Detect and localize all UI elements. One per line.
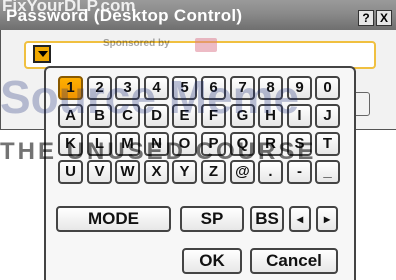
ok-button[interactable]: OK — [182, 248, 242, 274]
mode-button[interactable]: MODE — [56, 206, 171, 232]
key-t[interactable]: T — [315, 132, 340, 156]
key-x[interactable]: X — [144, 160, 169, 184]
cursor-left-button[interactable]: ◂ — [289, 206, 311, 232]
key-6[interactable]: 6 — [201, 76, 226, 100]
key-v[interactable]: V — [87, 160, 112, 184]
key-3[interactable]: 3 — [115, 76, 140, 100]
key-0[interactable]: 0 — [315, 76, 340, 100]
key-i[interactable]: I — [287, 104, 312, 128]
key-b[interactable]: B — [87, 104, 112, 128]
key-s[interactable]: S — [287, 132, 312, 156]
key-underscore[interactable]: _ — [315, 160, 340, 184]
chevron-down-icon — [38, 51, 48, 57]
key-c[interactable]: C — [115, 104, 140, 128]
key-z[interactable]: Z — [201, 160, 226, 184]
key-n[interactable]: N — [144, 132, 169, 156]
key-1[interactable]: 1 — [58, 76, 83, 100]
key-f[interactable]: F — [201, 104, 226, 128]
key-2[interactable]: 2 — [87, 76, 112, 100]
key-q[interactable]: Q — [230, 132, 255, 156]
dropdown-button[interactable] — [33, 45, 51, 63]
close-button[interactable]: X — [376, 10, 392, 26]
key-g[interactable]: G — [230, 104, 255, 128]
key-a[interactable]: A — [58, 104, 83, 128]
key-8[interactable]: 8 — [258, 76, 283, 100]
key-u[interactable]: U — [58, 160, 83, 184]
watermark-logo — [195, 38, 217, 52]
key-dash[interactable]: - — [287, 160, 312, 184]
key-9[interactable]: 9 — [287, 76, 312, 100]
cursor-right-button[interactable]: ▸ — [316, 206, 338, 232]
key-m[interactable]: M — [115, 132, 140, 156]
help-button[interactable]: ? — [358, 10, 374, 26]
key-l[interactable]: L — [87, 132, 112, 156]
key-5[interactable]: 5 — [172, 76, 197, 100]
key-o[interactable]: O — [172, 132, 197, 156]
key-w[interactable]: W — [115, 160, 140, 184]
key-h[interactable]: H — [258, 104, 283, 128]
key-r[interactable]: R — [258, 132, 283, 156]
key-p[interactable]: P — [201, 132, 226, 156]
key-k[interactable]: K — [58, 132, 83, 156]
key-at[interactable]: @ — [230, 160, 255, 184]
cancel-button[interactable]: Cancel — [250, 248, 338, 274]
key-7[interactable]: 7 — [230, 76, 255, 100]
space-button[interactable]: SP — [180, 206, 244, 232]
key-dot[interactable]: . — [258, 160, 283, 184]
key-j[interactable]: J — [315, 104, 340, 128]
key-d[interactable]: D — [144, 104, 169, 128]
backspace-button[interactable]: BS — [250, 206, 284, 232]
key-y[interactable]: Y — [172, 160, 197, 184]
key-4[interactable]: 4 — [144, 76, 169, 100]
window-title: Password (Desktop Control) — [6, 6, 243, 25]
key-e[interactable]: E — [172, 104, 197, 128]
